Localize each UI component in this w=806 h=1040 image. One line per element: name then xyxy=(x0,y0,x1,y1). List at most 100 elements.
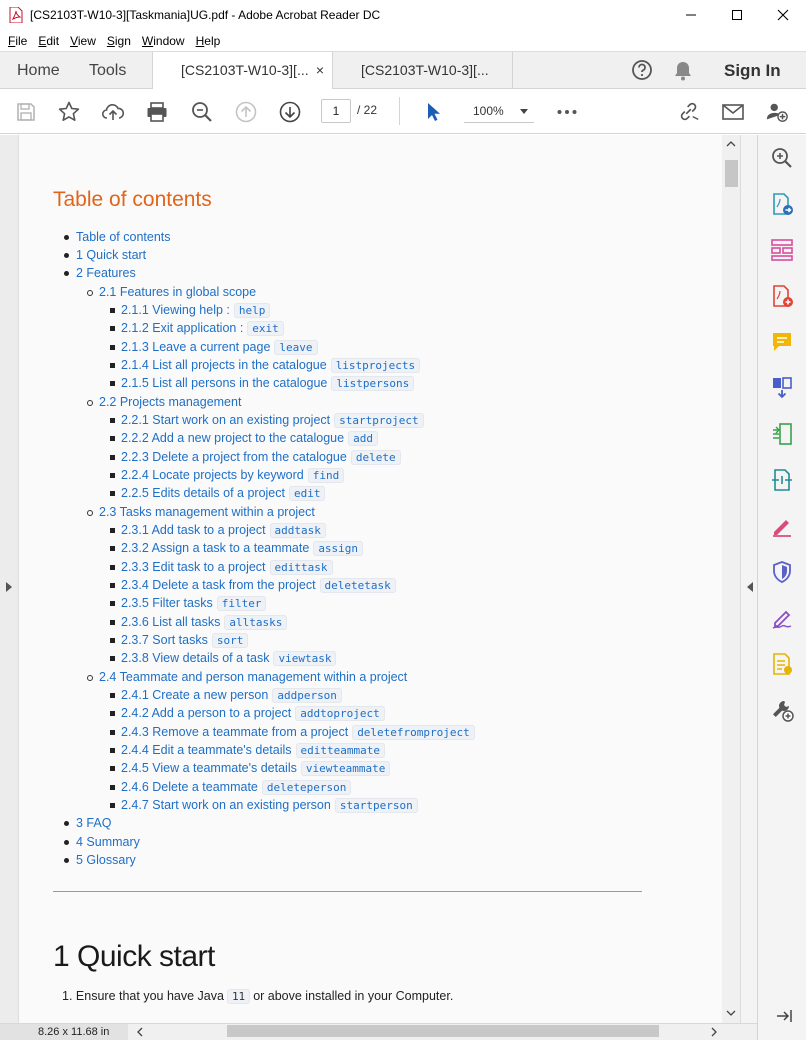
toc-link[interactable]: 2.3.4 Delete a task from the project dele… xyxy=(121,576,396,594)
toc-link[interactable]: 2.1 Features in global scope xyxy=(99,283,256,301)
sign-in-button[interactable]: Sign In xyxy=(724,52,781,89)
toc-link[interactable]: 1 Quick start xyxy=(76,246,146,264)
scroll-down-icon[interactable] xyxy=(726,1009,736,1017)
document-tab-active[interactable]: [CS2103T-W10-3][... × xyxy=(152,52,333,90)
upload-button[interactable] xyxy=(101,100,125,124)
bookmark-button[interactable] xyxy=(57,100,81,124)
close-button[interactable] xyxy=(760,0,806,30)
expand-left-panel-icon[interactable] xyxy=(5,582,13,592)
more-tools-button[interactable] xyxy=(555,100,579,124)
edit-pdf-button[interactable] xyxy=(769,467,795,493)
collapse-right-panel-icon[interactable] xyxy=(746,582,754,592)
zoom-select[interactable]: 100% xyxy=(464,99,534,123)
add-user-button[interactable] xyxy=(765,100,789,124)
toc-link[interactable]: 2.3.2 Assign a task to a teammate assign xyxy=(121,539,364,557)
list-item: 1. Ensure that you have Java 11 or above i… xyxy=(62,989,454,1004)
select-tool-button[interactable] xyxy=(421,100,445,124)
save-button[interactable] xyxy=(14,100,38,124)
vertical-scroll-thumb[interactable] xyxy=(725,160,738,187)
protect-button[interactable] xyxy=(769,559,795,585)
menu-sign[interactable]: Sign xyxy=(103,34,135,48)
minimize-button[interactable] xyxy=(668,0,714,30)
expand-pane-icon[interactable] xyxy=(775,1007,793,1025)
toc-link[interactable]: 2.2.3 Delete a project from the catalogu… xyxy=(121,448,401,466)
tab-tools[interactable]: Tools xyxy=(89,52,126,89)
toc-link[interactable]: 2.3 Tasks management within a project xyxy=(99,503,315,521)
zoom-out-button[interactable] xyxy=(190,100,214,124)
create-pdf-button[interactable] xyxy=(769,283,795,309)
fill-sign-button[interactable] xyxy=(769,513,795,539)
toc-link[interactable]: 2.3.7 Sort tasks sort xyxy=(121,631,249,649)
organize-pages-button[interactable] xyxy=(769,237,795,263)
search-zoom-button[interactable] xyxy=(769,145,795,171)
more-tools-pane-button[interactable] xyxy=(769,697,795,723)
toc-link[interactable]: 2.4.4 Edit a teammate's details editteamm… xyxy=(121,741,386,759)
toc-link[interactable]: 2.1.3 Leave a current page leave xyxy=(121,338,318,356)
toc-link[interactable]: 2.2.4 Locate projects by keyword find xyxy=(121,466,345,484)
menu-bar: File Edit View Sign Window Help xyxy=(0,30,806,51)
bullet xyxy=(64,821,69,826)
document-tab[interactable]: [CS2103T-W10-3][... xyxy=(333,52,513,90)
notification-bell-icon[interactable] xyxy=(673,60,693,82)
menu-view[interactable]: View xyxy=(66,34,100,48)
combine-files-button[interactable] xyxy=(769,375,795,401)
previous-page-button[interactable] xyxy=(234,100,258,124)
horizontal-scroll-thumb[interactable] xyxy=(227,1025,659,1037)
toc-link[interactable]: 2.4.3 Remove a teammate from a project de… xyxy=(121,723,475,741)
next-page-button[interactable] xyxy=(278,100,302,124)
help-icon[interactable] xyxy=(631,59,653,81)
toc-link[interactable]: Table of contents xyxy=(76,228,171,246)
sign-button[interactable] xyxy=(769,605,795,631)
page-number-input[interactable] xyxy=(321,99,351,123)
bullet xyxy=(110,785,115,790)
toc-link[interactable]: 2.2 Projects management xyxy=(99,393,241,411)
toc-link[interactable]: 2.4.6 Delete a teammate deleteperson xyxy=(121,778,352,796)
toc-link[interactable]: 2.3.1 Add task to a project addtask xyxy=(121,521,326,539)
menu-file[interactable]: File xyxy=(4,34,31,48)
toc-link[interactable]: 2.1.4 List all projects in the catalogue… xyxy=(121,356,421,374)
toc-link[interactable]: 2.4.5 View a teammate's details viewteamm… xyxy=(121,759,391,777)
bullet xyxy=(110,308,115,313)
scroll-right-icon[interactable] xyxy=(710,1027,718,1037)
share-link-button[interactable] xyxy=(677,100,701,124)
menu-edit[interactable]: Edit xyxy=(34,34,63,48)
section-heading: 1 Quick start xyxy=(53,940,215,973)
bullet xyxy=(64,271,69,276)
menu-window[interactable]: Window xyxy=(138,34,189,48)
toc-link[interactable]: 2.4 Teammate and person management withi… xyxy=(99,668,407,686)
tab-close-icon[interactable]: × xyxy=(316,52,324,89)
toc-link[interactable]: 2.1.2 Exit application : exit xyxy=(121,319,284,337)
scroll-left-icon[interactable] xyxy=(136,1027,144,1037)
fill-sign-icon xyxy=(773,520,791,537)
toc-link[interactable]: 2.1.1 Viewing help : help xyxy=(121,301,271,319)
toc-link[interactable]: 2.2.2 Add a new project to the catalogue… xyxy=(121,429,378,447)
cut-off-text xyxy=(60,135,300,139)
bullet xyxy=(110,418,115,423)
toc-link[interactable]: 2.3.6 List all tasks alltasks xyxy=(121,613,288,631)
toc-link[interactable]: 2.1.5 List all persons in the catalogue l… xyxy=(121,374,415,392)
toc-link[interactable]: 2 Features xyxy=(76,264,136,282)
scroll-up-icon[interactable] xyxy=(726,140,736,148)
toc-link[interactable]: 5 Glossary xyxy=(76,851,136,869)
toc-link[interactable]: 2.4.7 Start work on an existing person st… xyxy=(121,796,418,814)
bullet xyxy=(110,730,115,735)
toc-link[interactable]: 2.4.2 Add a person to a project addtoproj… xyxy=(121,704,385,722)
toc-link[interactable]: 2.3.8 View details of a task viewtask xyxy=(121,649,337,667)
toc-link[interactable]: 2.4.1 Create a new person addperson xyxy=(121,686,342,704)
print-button[interactable] xyxy=(145,100,169,124)
tab-home[interactable]: Home xyxy=(17,52,60,89)
toc-link[interactable]: 2.2.5 Edits details of a project edit xyxy=(121,484,326,502)
maximize-button[interactable] xyxy=(714,0,760,30)
sticky-note-button[interactable] xyxy=(769,651,795,677)
vertical-scrollbar[interactable] xyxy=(722,135,740,1023)
comment-button[interactable] xyxy=(769,329,795,355)
export-pdf-button[interactable] xyxy=(769,191,795,217)
email-button[interactable] xyxy=(721,100,745,124)
toc-link[interactable]: 3 FAQ xyxy=(76,814,111,832)
toc-link[interactable]: 2.3.5 Filter tasks filter xyxy=(121,594,267,612)
menu-help[interactable]: Help xyxy=(192,34,225,48)
toc-link[interactable]: 2.3.3 Edit task to a project edittask xyxy=(121,558,333,576)
toc-link[interactable]: 2.2.1 Start work on an existing project s… xyxy=(121,411,424,429)
toc-link[interactable]: 4 Summary xyxy=(76,833,140,851)
compress-button[interactable] xyxy=(769,421,795,447)
